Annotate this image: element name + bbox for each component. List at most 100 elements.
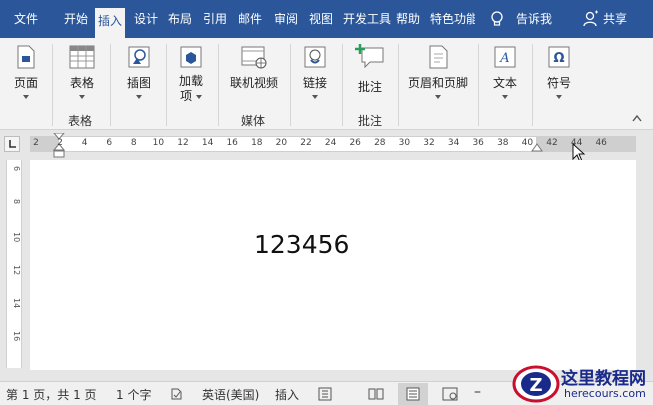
separator <box>166 44 167 126</box>
tab-help[interactable]: 帮助 <box>396 11 420 27</box>
text-button[interactable]: A 文本 <box>488 44 522 99</box>
chevron-down-icon <box>136 95 142 99</box>
watermark-title: 这里教程网 <box>561 369 646 389</box>
ruler-number: 26 <box>349 138 361 148</box>
tab-layout[interactable]: 布局 <box>168 11 192 27</box>
online-video-button[interactable]: 联机视频 <box>228 44 280 91</box>
ruler-number: 30 <box>398 138 411 148</box>
tab-selector[interactable] <box>4 136 20 152</box>
table-icon <box>69 45 95 69</box>
site-logo-icon: Z <box>512 365 560 403</box>
header-icon <box>429 45 448 69</box>
person-icon[interactable] <box>583 10 599 28</box>
tab-insert[interactable]: 插入 <box>95 8 126 38</box>
ruler-number: 28 <box>374 138 386 148</box>
new-comment-button[interactable]: 批注 <box>352 42 388 95</box>
tab-mailings[interactable]: 邮件 <box>238 11 262 27</box>
separator <box>532 44 533 126</box>
comment-icon <box>355 44 384 69</box>
web-layout-icon[interactable] <box>442 387 458 401</box>
separator <box>218 44 219 126</box>
page-icon <box>17 45 35 69</box>
ruler-number: 2 <box>33 138 39 148</box>
read-mode-icon[interactable] <box>368 387 384 401</box>
tab-home[interactable]: 开始 <box>64 11 88 27</box>
watermark-url: herecours.com <box>564 387 646 400</box>
document-page[interactable]: 123456 <box>30 160 636 370</box>
tab-developer[interactable]: 开发工具 <box>343 11 391 27</box>
lightbulb-icon[interactable] <box>488 10 506 28</box>
ruler-number: 20 <box>275 138 288 148</box>
zoom-out-button[interactable]: – <box>474 384 481 400</box>
vertical-ruler-number: 8 <box>12 199 21 205</box>
addins-button[interactable]: 加载项 <box>174 44 208 104</box>
addins-label: 加载项 <box>178 74 203 103</box>
omega-icon: Ω <box>548 46 570 68</box>
ruler-number: 12 <box>177 138 189 148</box>
vertical-ruler-number: 12 <box>12 265 21 276</box>
tab-design[interactable]: 设计 <box>134 11 158 27</box>
print-layout-button[interactable] <box>398 383 428 405</box>
illustrations-button[interactable]: 插图 <box>122 44 156 99</box>
ruler-number: 34 <box>447 138 460 148</box>
chevron-down-icon <box>23 95 29 99</box>
separator <box>290 44 291 126</box>
symbols-button[interactable]: Ω 符号 <box>542 44 576 99</box>
links-button[interactable]: 链接 <box>298 44 332 99</box>
share-button[interactable]: 共享 <box>603 11 627 27</box>
ruler-number: 36 <box>472 138 484 148</box>
separator <box>52 44 53 126</box>
ruler-number: 10 <box>152 138 165 148</box>
ruler-number: 8 <box>130 138 137 148</box>
page-count[interactable]: 第 1 页，共 1 页 <box>6 386 97 403</box>
ruler-number: 18 <box>251 138 263 148</box>
tab-file[interactable]: 文件 <box>14 11 38 27</box>
tab-review[interactable]: 审阅 <box>274 11 298 27</box>
proofing-icon[interactable] <box>170 387 184 401</box>
ribbon-tab-bar: 文件 开始 插入 设计 布局 引用 邮件 审阅 视图 开发工具 帮助 特色功能 … <box>0 0 653 38</box>
group-label-comments: 批注 <box>358 114 383 128</box>
ribbon: 页面 表格 表格 插图 加载项 联机视频 媒体 链接 批注 批注 页眉和页脚 A… <box>0 38 653 130</box>
document-text[interactable]: 123456 <box>254 230 349 259</box>
horizontal-ruler[interactable]: 2 2 4 6 8 10 12 14 16 18 20 22 24 26 28 30 32 34 36 38 40 42 4… <box>30 133 636 158</box>
insert-mode[interactable]: 插入 <box>275 386 299 403</box>
macro-record-icon[interactable] <box>318 387 332 401</box>
vertical-ruler-number: 6 <box>12 166 21 172</box>
collapse-ribbon-icon[interactable] <box>632 114 642 122</box>
table-button[interactable]: 表格 <box>64 44 100 99</box>
table-label: 表格 <box>69 76 94 90</box>
vertical-ruler[interactable]: 6 8 10 12 14 16 <box>6 160 22 368</box>
tab-view[interactable]: 视图 <box>309 11 333 27</box>
online-video-label: 联机视频 <box>229 76 278 90</box>
ruler-number: 42 <box>546 138 558 148</box>
ruler-number: 2 <box>57 138 63 148</box>
left-tab-icon <box>9 140 16 148</box>
tab-references[interactable]: 引用 <box>203 11 227 27</box>
separator <box>478 44 479 126</box>
watermark-logo: Z 这里教程网 herecours.com <box>508 360 653 405</box>
header-footer-button[interactable]: 页眉和页脚 <box>406 44 470 99</box>
vertical-scrollbar[interactable] <box>640 160 653 370</box>
pages-label: 页面 <box>13 76 38 90</box>
group-label-media: 媒体 <box>241 114 266 128</box>
shapes-icon <box>128 46 150 68</box>
ruler-number: 16 <box>226 138 238 148</box>
tab-special-features[interactable]: 特色功能 <box>430 11 475 27</box>
word-count[interactable]: 1 个字 <box>116 386 151 403</box>
language-indicator[interactable]: 英语(美国) <box>202 386 259 403</box>
separator <box>110 44 111 126</box>
tell-me-box[interactable]: 告诉我 <box>516 11 552 27</box>
vertical-ruler-number: 14 <box>12 298 21 309</box>
links-label: 链接 <box>302 76 327 90</box>
link-icon <box>304 46 326 68</box>
pages-button[interactable]: 页面 <box>10 44 42 99</box>
vertical-ruler-number: 16 <box>12 331 21 342</box>
store-icon <box>180 46 202 68</box>
chevron-down-icon <box>435 95 441 99</box>
svg-text:Z: Z <box>529 375 542 396</box>
group-label-tables: 表格 <box>68 114 93 128</box>
illustrations-label: 插图 <box>126 76 151 90</box>
textbox-icon: A <box>494 46 516 68</box>
print-layout-icon <box>406 387 420 401</box>
chevron-down-icon <box>312 95 318 99</box>
